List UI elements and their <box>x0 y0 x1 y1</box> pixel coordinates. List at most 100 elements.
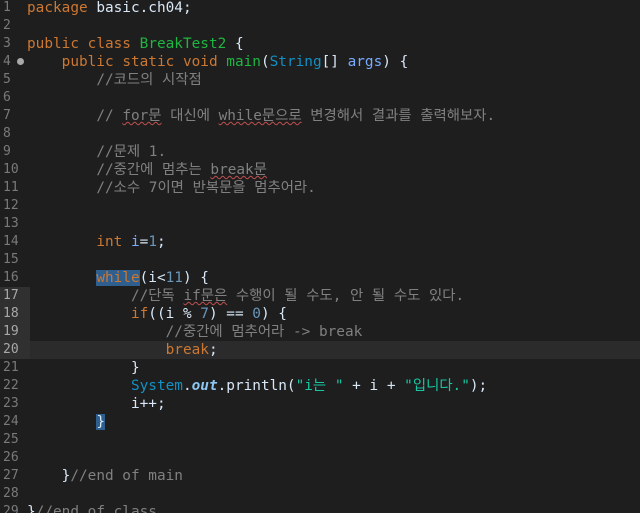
line-number: 17 <box>0 287 30 305</box>
code-editor[interactable]: 1 package basic.ch04; 2 3 public class Break… <box>0 0 640 513</box>
line-number: 5 <box>3 72 11 87</box>
code-token: ((i % <box>148 306 201 322</box>
line-number: 11 <box>3 180 19 195</box>
code-token: ) == <box>208 306 253 322</box>
code-token: ) { <box>382 54 409 70</box>
code-line[interactable]: 24 } <box>0 413 640 431</box>
code-line[interactable]: 14 int i=1; <box>0 233 640 251</box>
code-token: } <box>27 360 140 376</box>
code-token: 11 <box>165 270 183 286</box>
code-token: ) { <box>182 270 209 286</box>
code-line[interactable]: 18 if((i % 7) == 0) { <box>0 305 640 323</box>
code-line[interactable]: 25 <box>0 431 640 449</box>
code-token: //문제 1. <box>96 144 167 160</box>
code-token: main <box>226 54 261 70</box>
code-line[interactable]: 23 i++; <box>0 395 640 413</box>
code-token: //중간에 멈추는 <box>96 162 211 178</box>
line-number: 6 <box>3 90 11 105</box>
code-token: . <box>182 378 192 394</box>
code-line[interactable]: 26 <box>0 449 640 467</box>
code-token: (i< <box>139 270 166 286</box>
code-text: while(i<11) { <box>27 269 209 287</box>
code-token: 1 <box>148 234 157 250</box>
fold-toggle-icon[interactable] <box>17 58 24 65</box>
code-token: while <box>96 270 140 286</box>
code-line[interactable]: 29}//end of class <box>0 503 640 513</box>
code-line[interactable]: 6 <box>0 89 640 107</box>
code-token: ; <box>157 234 166 250</box>
code-line[interactable]: 15 <box>0 251 640 269</box>
line-number: 29 <box>3 504 19 513</box>
code-line[interactable]: 19 //중간에 멈추어라 -> break <box>0 323 640 341</box>
line-number: 2 <box>3 18 11 33</box>
code-token: //소수 7이면 반복문을 멈추어라. <box>96 180 316 196</box>
code-token: { <box>226 36 244 52</box>
code-line[interactable]: 2 <box>0 17 640 35</box>
code-token: 수행이 될 수도, 안 될 수도 있다. <box>227 288 465 304</box>
code-token: if문은 <box>183 288 228 304</box>
line-number: 14 <box>3 234 19 249</box>
line-number: 24 <box>3 414 19 429</box>
line-number: 16 <box>3 270 19 285</box>
code-token: //end of main <box>70 468 183 484</box>
line-number: 3 <box>3 36 11 51</box>
code-text: public class BreakTest2 { <box>27 35 244 53</box>
line-number: 25 <box>3 432 19 447</box>
line-number: 18 <box>0 305 30 323</box>
code-token: static <box>122 54 175 70</box>
code-token: args <box>347 54 383 70</box>
code-token: ( <box>260 54 270 70</box>
code-line[interactable]: 9 //문제 1. <box>0 143 640 161</box>
code-token: if <box>130 306 149 322</box>
code-line[interactable]: 21 } <box>0 359 640 377</box>
code-token: } <box>96 414 105 430</box>
code-text: i++; <box>27 395 166 413</box>
line-number: 10 <box>3 162 19 177</box>
code-token: // <box>96 108 123 124</box>
code-text: }//end of main <box>27 467 183 485</box>
code-line[interactable]: 13 <box>0 215 640 233</box>
code-line[interactable]: 10 //중간에 멈추는 break문 <box>0 161 640 179</box>
code-line[interactable]: 12 <box>0 197 640 215</box>
code-line[interactable]: 27 }//end of main <box>0 467 640 485</box>
code-line[interactable]: 22 System.out.println("i는 " + i + "입니다."… <box>0 377 640 395</box>
line-number: 9 <box>3 144 11 159</box>
code-line[interactable]: 7 // for문 대신에 while문으로 변경해서 결과를 출력해보자. <box>0 107 640 125</box>
code-line[interactable]: 8 <box>0 125 640 143</box>
code-token: basic.ch04; <box>87 0 192 16</box>
code-line[interactable]: 16 while(i<11) { <box>0 269 640 287</box>
code-line[interactable]: 4 public static void main(String[] args)… <box>0 53 640 71</box>
code-line[interactable]: 28 <box>0 485 640 503</box>
code-token: } <box>27 504 36 513</box>
code-line[interactable]: 17 //단독 if문은 수행이 될 수도, 안 될 수도 있다. <box>0 287 640 305</box>
code-text: break; <box>27 341 218 359</box>
code-line[interactable]: 3 public class BreakTest2 { <box>0 35 640 53</box>
code-token: + i + <box>343 378 405 394</box>
code-text: int i=1; <box>27 233 166 251</box>
code-text: package basic.ch04; <box>27 0 192 17</box>
line-number: 13 <box>3 216 19 231</box>
code-text: // for문 대신에 while문으로 변경해서 결과를 출력해보자. <box>27 107 495 125</box>
code-token: //코드의 시작점 <box>96 72 202 88</box>
code-token: //단독 <box>130 288 184 304</box>
code-line[interactable]: 5 //코드의 시작점 <box>0 71 640 89</box>
line-number: 8 <box>3 126 11 141</box>
line-number: 19 <box>0 323 30 341</box>
code-token: //end of class <box>35 504 157 513</box>
code-token: //중간에 멈추어라 -> break <box>165 324 363 340</box>
code-token: public <box>27 36 79 52</box>
code-line[interactable]: 20 break; <box>0 341 640 359</box>
code-line[interactable]: 11 //소수 7이면 반복문을 멈추어라. <box>0 179 640 197</box>
code-line[interactable]: 1 package basic.ch04; <box>0 0 640 17</box>
code-token: } <box>27 468 71 484</box>
